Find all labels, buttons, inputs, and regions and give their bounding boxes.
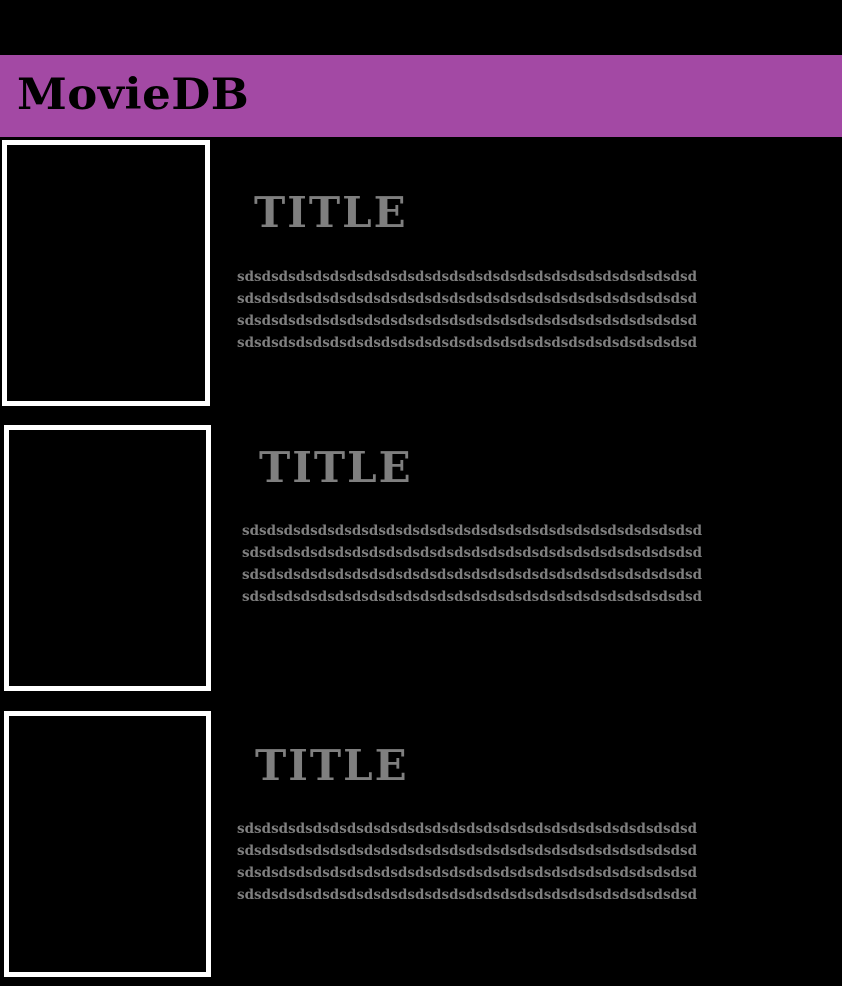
movie-description: sdsdsdsdsdsdsdsdsdsdsdsdsdsdsdsdsdsdsdsd… [237, 266, 837, 354]
brand-logo[interactable]: MovieDB [17, 71, 249, 119]
description-line: sdsdsdsdsdsdsdsdsdsdsdsdsdsdsdsdsdsdsdsd… [237, 313, 698, 329]
description-line: sdsdsdsdsdsdsdsdsdsdsdsdsdsdsdsdsdsdsdsd… [242, 567, 703, 583]
app-header: MovieDB [0, 55, 842, 137]
movie-poster[interactable] [4, 425, 211, 691]
movie-title[interactable]: TITLE [254, 192, 408, 234]
movie-poster[interactable] [2, 140, 210, 406]
movie-title[interactable]: TITLE [255, 745, 409, 787]
description-line: sdsdsdsdsdsdsdsdsdsdsdsdsdsdsdsdsdsdsdsd… [237, 335, 698, 351]
description-line: sdsdsdsdsdsdsdsdsdsdsdsdsdsdsdsdsdsdsdsd… [237, 821, 698, 837]
description-line: sdsdsdsdsdsdsdsdsdsdsdsdsdsdsdsdsdsdsdsd… [237, 865, 698, 881]
movie-title[interactable]: TITLE [259, 447, 413, 489]
description-line: sdsdsdsdsdsdsdsdsdsdsdsdsdsdsdsdsdsdsdsd… [242, 523, 703, 539]
description-line: sdsdsdsdsdsdsdsdsdsdsdsdsdsdsdsdsdsdsdsd… [242, 545, 703, 561]
description-line: sdsdsdsdsdsdsdsdsdsdsdsdsdsdsdsdsdsdsdsd… [237, 887, 698, 903]
description-line: sdsdsdsdsdsdsdsdsdsdsdsdsdsdsdsdsdsdsdsd… [242, 589, 703, 605]
movie-poster[interactable] [4, 711, 211, 977]
movie-description: sdsdsdsdsdsdsdsdsdsdsdsdsdsdsdsdsdsdsdsd… [237, 818, 837, 906]
movie-description: sdsdsdsdsdsdsdsdsdsdsdsdsdsdsdsdsdsdsdsd… [242, 520, 842, 608]
description-line: sdsdsdsdsdsdsdsdsdsdsdsdsdsdsdsdsdsdsdsd… [237, 291, 698, 307]
description-line: sdsdsdsdsdsdsdsdsdsdsdsdsdsdsdsdsdsdsdsd… [237, 269, 698, 285]
description-line: sdsdsdsdsdsdsdsdsdsdsdsdsdsdsdsdsdsdsdsd… [237, 843, 698, 859]
